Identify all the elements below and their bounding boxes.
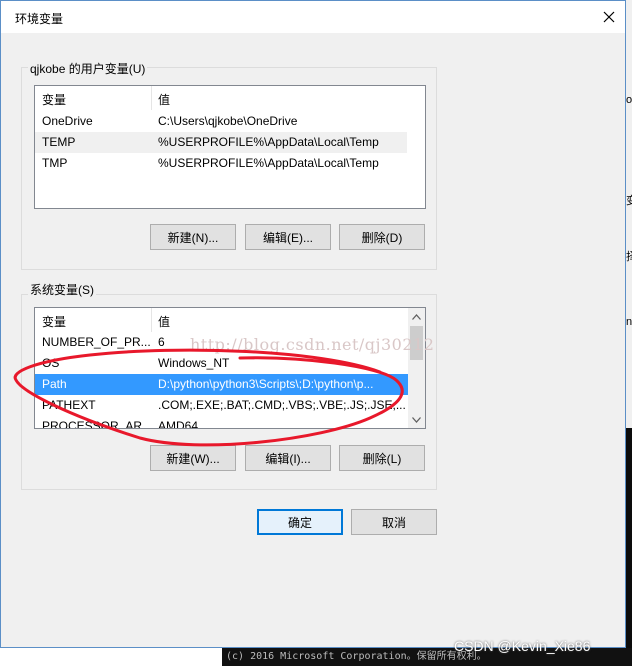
annotation-circle bbox=[13, 348, 404, 447]
csdn-credit: CSDN @Kevin_Xie86 bbox=[454, 638, 591, 654]
